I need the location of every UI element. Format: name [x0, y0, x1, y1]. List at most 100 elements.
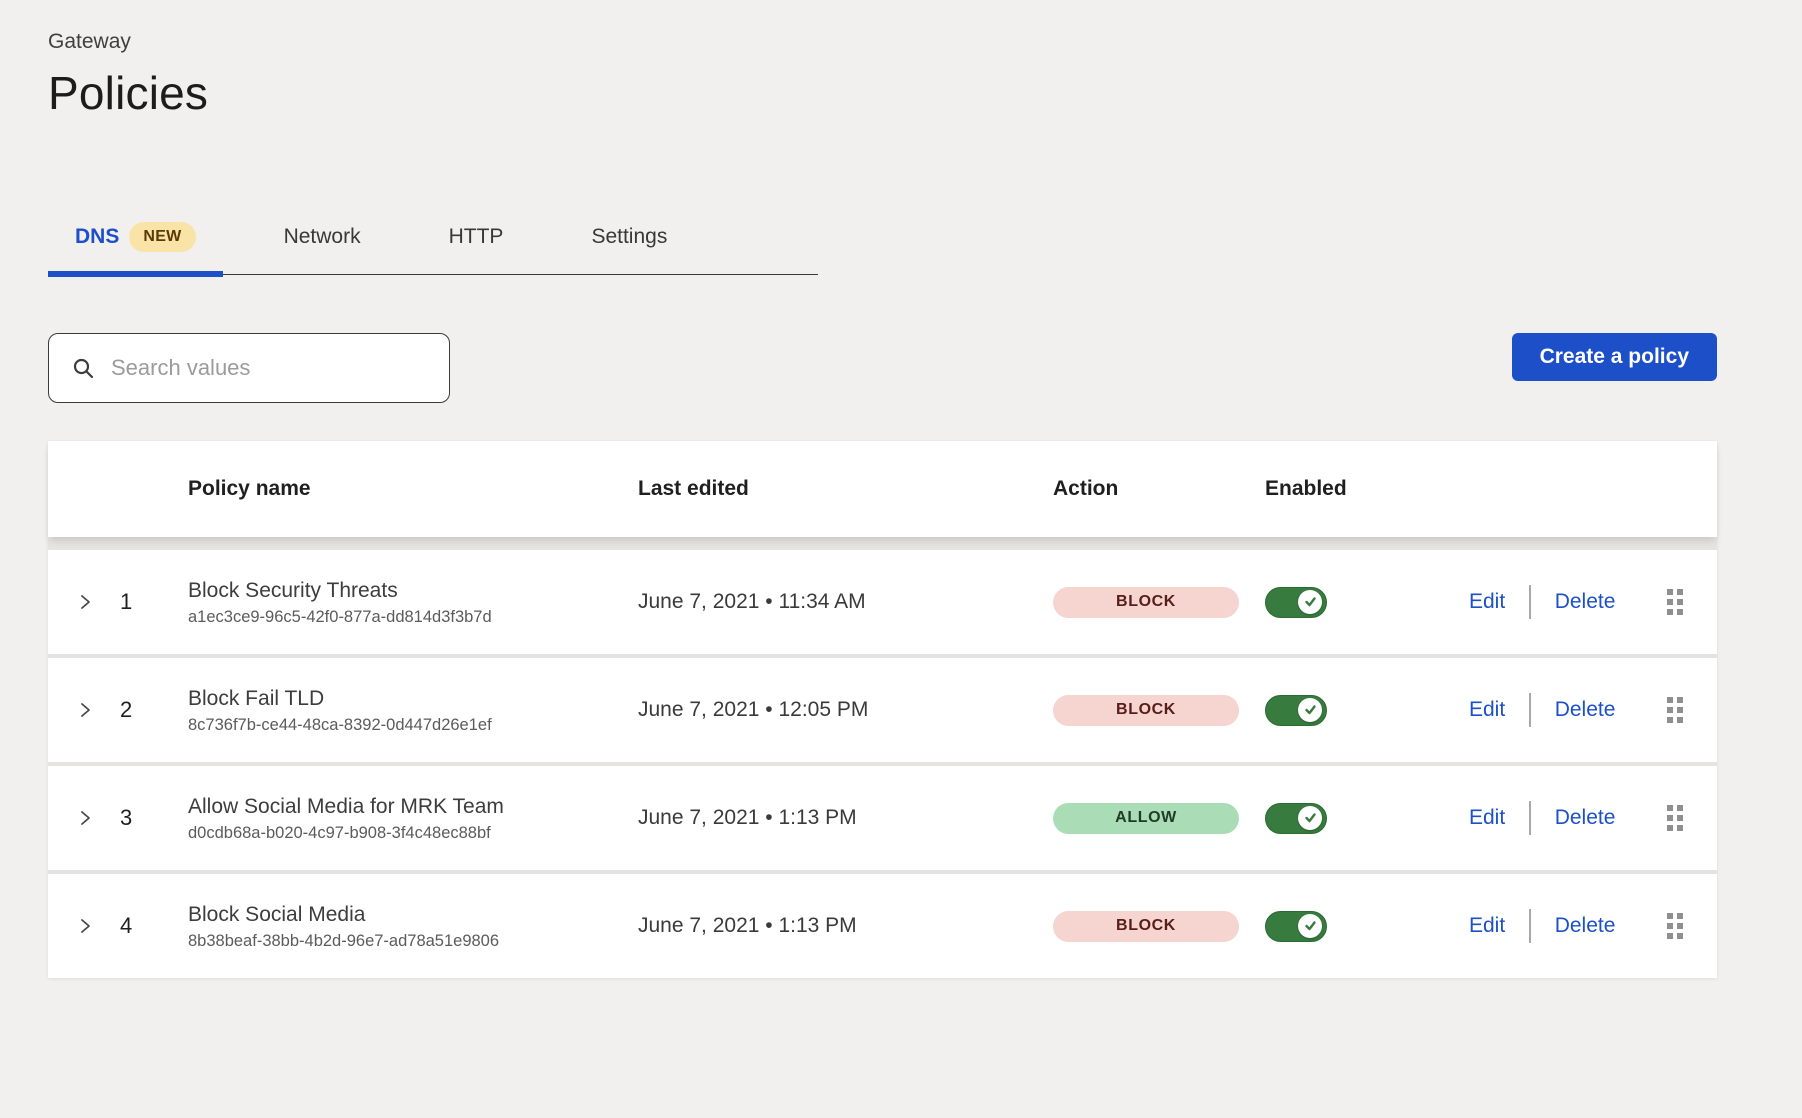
edit-button[interactable]: Edit — [1465, 588, 1509, 616]
check-icon — [1304, 595, 1317, 608]
tab-dns-label: DNS — [75, 225, 119, 249]
expand-row-button[interactable] — [72, 697, 116, 723]
create-policy-button[interactable]: Create a policy — [1512, 333, 1717, 381]
last-edited: June 7, 2021 • 1:13 PM — [638, 914, 1053, 938]
policy-name-cell: Allow Social Media for MRK Team d0cdb68a… — [188, 793, 638, 843]
check-icon — [1304, 703, 1317, 716]
tab-settings[interactable]: Settings — [564, 222, 694, 274]
edit-button[interactable]: Edit — [1465, 804, 1509, 832]
enabled-toggle[interactable] — [1265, 803, 1327, 834]
toggle-knob — [1298, 914, 1322, 938]
toggle-knob — [1298, 698, 1322, 722]
drag-handle-icon[interactable] — [1663, 585, 1687, 619]
policy-id: d0cdb68a-b020-4c97-b908-3f4c48ec88bf — [188, 824, 638, 843]
drag-handle-icon[interactable] — [1663, 801, 1687, 835]
divider — [1529, 693, 1531, 727]
column-header-last-edited: Last edited — [638, 477, 1053, 501]
divider — [1529, 801, 1531, 835]
policies-table: Policy name Last edited Action Enabled 1… — [48, 441, 1717, 978]
column-header-enabled: Enabled — [1265, 477, 1465, 501]
edit-button[interactable]: Edit — [1465, 912, 1509, 940]
delete-button[interactable]: Delete — [1551, 912, 1620, 940]
page-title: Policies — [48, 66, 1717, 120]
table-row: 4 Block Social Media 8b38beaf-38bb-4b2d-… — [48, 874, 1717, 978]
row-controls: Edit Delete — [1465, 801, 1693, 835]
enabled-cell — [1265, 911, 1465, 942]
check-icon — [1304, 811, 1317, 824]
row-controls: Edit Delete — [1465, 585, 1693, 619]
enabled-toggle[interactable] — [1265, 587, 1327, 618]
toggle-knob — [1298, 590, 1322, 614]
row-index: 3 — [116, 805, 188, 831]
column-header-policy-name: Policy name — [188, 477, 638, 501]
search-icon — [71, 356, 95, 380]
action-badge: BLOCK — [1053, 695, 1239, 726]
chevron-right-icon — [76, 917, 94, 935]
action-badge: ALLOW — [1053, 803, 1239, 834]
row-controls: Edit Delete — [1465, 909, 1693, 943]
enabled-cell — [1265, 803, 1465, 834]
action-badge: BLOCK — [1053, 587, 1239, 618]
last-edited: June 7, 2021 • 11:34 AM — [638, 590, 1053, 614]
expand-row-button[interactable] — [72, 805, 116, 831]
table-body: 1 Block Security Threats a1ec3ce9-96c5-4… — [48, 550, 1717, 978]
delete-button[interactable]: Delete — [1551, 588, 1620, 616]
delete-button[interactable]: Delete — [1551, 804, 1620, 832]
row-index: 2 — [116, 697, 188, 723]
chevron-right-icon — [76, 593, 94, 611]
policy-name-cell: Block Security Threats a1ec3ce9-96c5-42f… — [188, 577, 638, 627]
table-row: 3 Allow Social Media for MRK Team d0cdb6… — [48, 766, 1717, 870]
table-row: 1 Block Security Threats a1ec3ce9-96c5-4… — [48, 550, 1717, 654]
tab-http[interactable]: HTTP — [422, 222, 531, 274]
column-header-action: Action — [1053, 477, 1265, 501]
delete-button[interactable]: Delete — [1551, 696, 1620, 724]
breadcrumb: Gateway — [48, 30, 1717, 54]
drag-handle-icon[interactable] — [1663, 909, 1687, 943]
edit-button[interactable]: Edit — [1465, 696, 1509, 724]
tab-network-label: Network — [284, 225, 361, 249]
row-index: 4 — [116, 913, 188, 939]
chevron-right-icon — [76, 701, 94, 719]
action-cell: BLOCK — [1053, 695, 1265, 726]
tab-settings-label: Settings — [591, 225, 667, 249]
policy-name: Allow Social Media for MRK Team — [188, 793, 638, 820]
last-edited: June 7, 2021 • 12:05 PM — [638, 698, 1053, 722]
divider — [1529, 909, 1531, 943]
policy-name-cell: Block Social Media 8b38beaf-38bb-4b2d-96… — [188, 901, 638, 951]
policy-name: Block Security Threats — [188, 577, 638, 604]
action-cell: BLOCK — [1053, 911, 1265, 942]
table-row: 2 Block Fail TLD 8c736f7b-ce44-48ca-8392… — [48, 658, 1717, 762]
last-edited: June 7, 2021 • 1:13 PM — [638, 806, 1053, 830]
toggle-knob — [1298, 806, 1322, 830]
row-controls: Edit Delete — [1465, 693, 1693, 727]
policy-name: Block Social Media — [188, 901, 638, 928]
tab-bar: DNS NEW Network HTTP Settings — [48, 222, 818, 275]
drag-handle-icon[interactable] — [1663, 693, 1687, 727]
enabled-toggle[interactable] — [1265, 695, 1327, 726]
policy-id: 8b38beaf-38bb-4b2d-96e7-ad78a51e9806 — [188, 932, 638, 951]
check-icon — [1304, 919, 1317, 932]
tab-http-label: HTTP — [449, 225, 504, 249]
search-box[interactable] — [48, 333, 450, 403]
enabled-toggle[interactable] — [1265, 911, 1327, 942]
action-cell: BLOCK — [1053, 587, 1265, 618]
enabled-cell — [1265, 587, 1465, 618]
chevron-right-icon — [76, 809, 94, 827]
new-badge: NEW — [129, 222, 195, 252]
policy-id: 8c736f7b-ce44-48ca-8392-0d447d26e1ef — [188, 716, 638, 735]
search-input[interactable] — [111, 355, 433, 381]
expand-row-button[interactable] — [72, 589, 116, 615]
tab-dns[interactable]: DNS NEW — [48, 222, 223, 274]
action-cell: ALLOW — [1053, 803, 1265, 834]
search-and-create-row: Create a policy — [48, 333, 1717, 403]
table-header: Policy name Last edited Action Enabled — [48, 441, 1717, 537]
expand-row-button[interactable] — [72, 913, 116, 939]
policy-name: Block Fail TLD — [188, 685, 638, 712]
divider — [1529, 585, 1531, 619]
enabled-cell — [1265, 695, 1465, 726]
policy-name-cell: Block Fail TLD 8c736f7b-ce44-48ca-8392-0… — [188, 685, 638, 735]
tab-network[interactable]: Network — [257, 222, 388, 274]
row-index: 1 — [116, 589, 188, 615]
policy-id: a1ec3ce9-96c5-42f0-877a-dd814d3f3b7d — [188, 608, 638, 627]
action-badge: BLOCK — [1053, 911, 1239, 942]
